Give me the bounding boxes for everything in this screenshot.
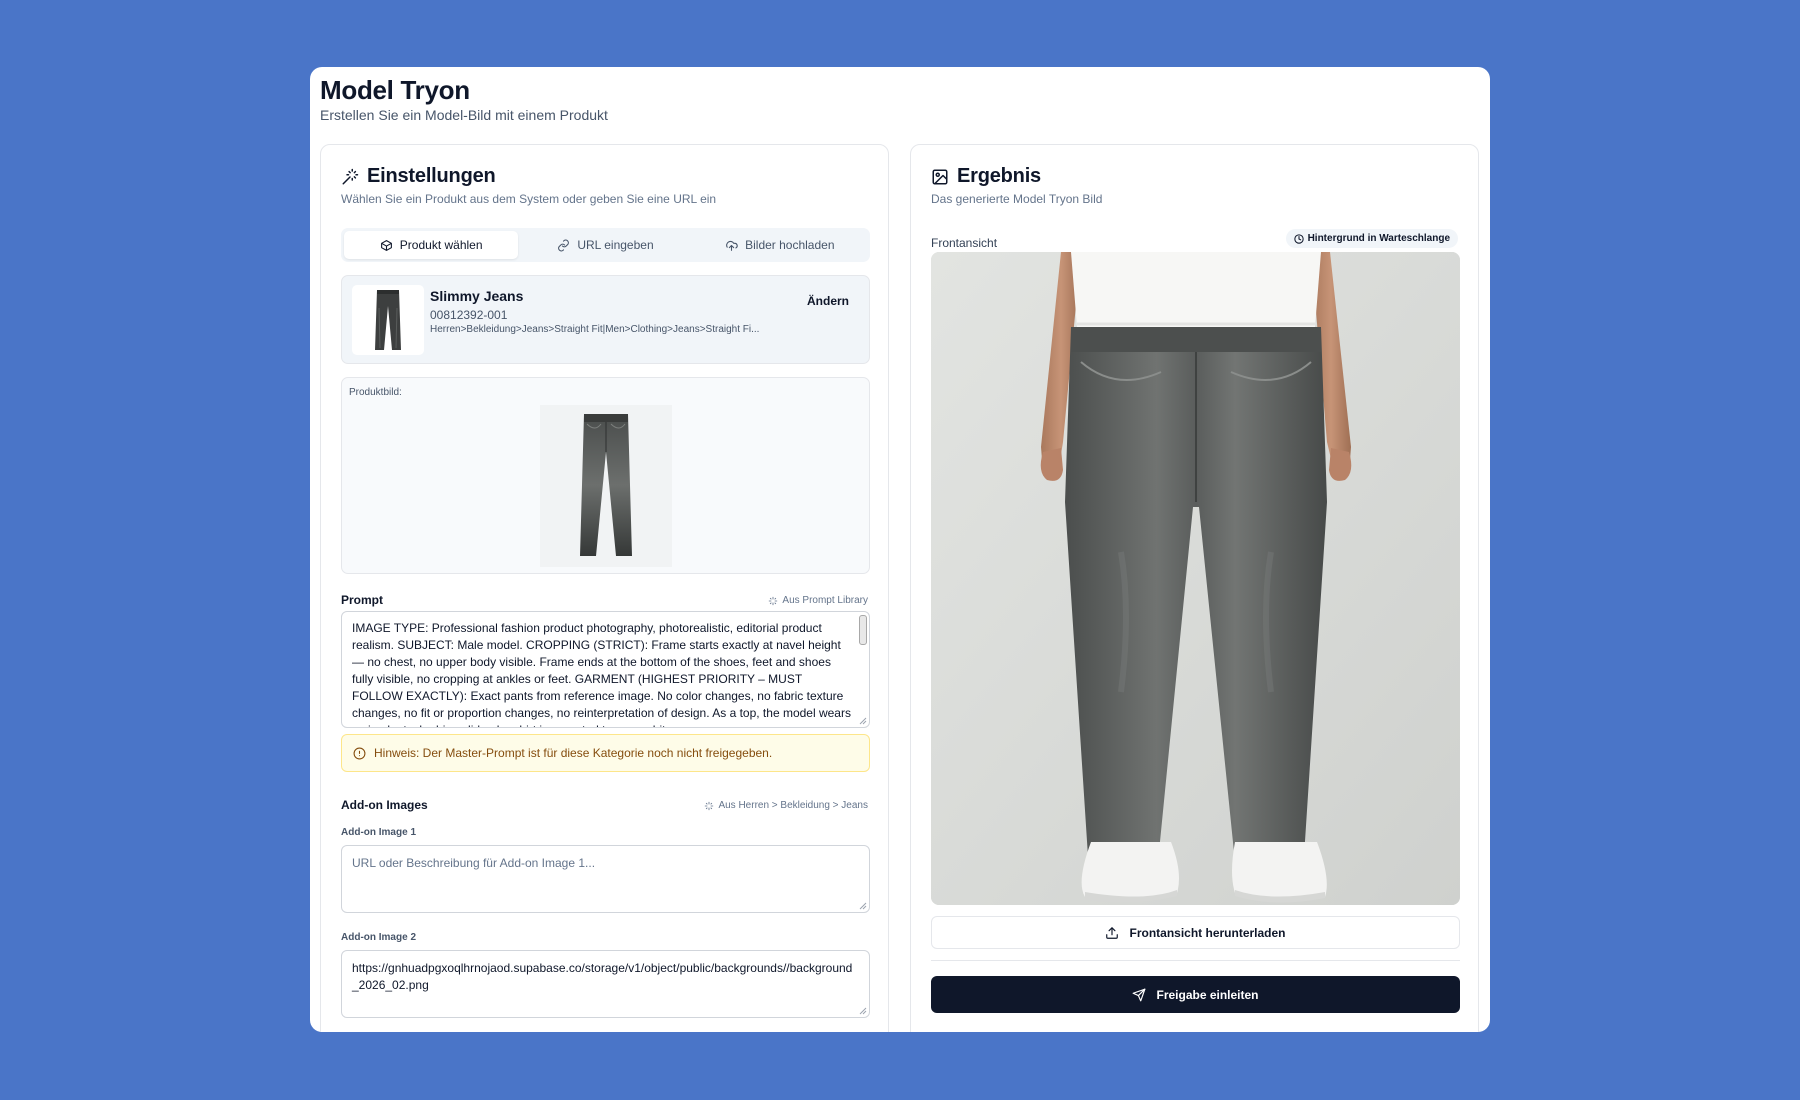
- page-title: Model Tryon: [320, 75, 470, 105]
- generated-model-image: [931, 252, 1460, 905]
- product-sku: 00812392-001: [430, 308, 508, 322]
- tab-bilder-hochladen[interactable]: Bilder hochladen: [693, 231, 867, 259]
- model-tryon-picture: [931, 252, 1460, 905]
- addon-image-1-input[interactable]: URL oder Beschreibung für Add-on Image 1…: [341, 845, 870, 913]
- result-title: Ergebnis: [931, 165, 1041, 188]
- magic-wand-icon: [342, 168, 359, 184]
- prompt-label: Prompt: [341, 593, 383, 607]
- product-thumbnail: [352, 285, 424, 355]
- settings-title: Einstellungen: [341, 165, 496, 188]
- addon-image-2-input[interactable]: https://gnhuadpgxoqlhrnojaod.supabase.co…: [341, 950, 870, 1018]
- addon-image-1-placeholder: URL oder Beschreibung für Add-on Image 1…: [352, 856, 596, 870]
- status-badge: Hintergrund in Warteschlange: [1285, 229, 1458, 248]
- product-image: [540, 405, 672, 567]
- addon-source-text: Aus Herren > Bekleidung > Jeans: [718, 800, 868, 811]
- divider: [931, 960, 1460, 961]
- result-subtitle: Das generierte Model Tryon Bild: [931, 192, 1103, 206]
- resize-handle-icon[interactable]: [859, 902, 867, 910]
- app-window: Model Tryon Erstellen Sie ein Model-Bild…: [310, 67, 1490, 1032]
- tab-url-eingeben[interactable]: URL eingeben: [518, 231, 692, 259]
- settings-subtitle: Wählen Sie ein Produkt aus dem System od…: [341, 192, 717, 206]
- download-front-view-button[interactable]: Frontansicht herunterladen: [931, 916, 1460, 949]
- product-image-label: Produktbild:: [349, 387, 402, 398]
- sparkles-icon: [705, 801, 714, 810]
- package-icon: [380, 239, 392, 251]
- addon-image-2-value: https://gnhuadpgxoqlhrnojaod.supabase.co…: [352, 961, 853, 992]
- result-card: Ergebnis Das generierte Model Tryon Bild…: [910, 144, 1479, 1032]
- alert-circle-icon: [353, 747, 366, 759]
- notice-text: Hinweis: Der Master-Prompt ist für diese…: [374, 746, 773, 760]
- change-product-button[interactable]: Ändern: [807, 294, 849, 308]
- cloud-upload-icon: [726, 240, 738, 251]
- addon-image-1-label: Add-on Image 1: [341, 827, 417, 838]
- jeans-product-image: [580, 414, 632, 556]
- prompt-textarea[interactable]: IMAGE TYPE: Professional fashion product…: [341, 611, 870, 728]
- send-icon: [1133, 988, 1146, 1001]
- jeans-thumbnail-icon: [375, 290, 401, 350]
- addon-images-label: Add-on Images: [341, 798, 428, 812]
- link-icon: [558, 239, 570, 251]
- status-badge-text: Hintergrund in Warteschlange: [1307, 233, 1450, 244]
- start-approval-label: Freigabe einleiten: [1156, 987, 1259, 1002]
- prompt-source-text: Aus Prompt Library: [782, 595, 868, 606]
- image-icon: [932, 169, 948, 184]
- clock-icon: [1293, 233, 1304, 244]
- product-category-path: Herren>Bekleidung>Jeans>Straight Fit|Men…: [430, 324, 760, 335]
- source-tabs: Produkt wählen URL eingeben Bilder hochl…: [341, 228, 870, 262]
- resize-handle-icon[interactable]: [859, 717, 867, 725]
- front-view-label: Frontansicht: [931, 236, 998, 250]
- prompt-scrollbar[interactable]: [859, 615, 867, 645]
- sparkles-icon: [769, 596, 778, 605]
- tab-label: Produkt wählen: [399, 238, 483, 252]
- tab-label: URL eingeben: [577, 238, 654, 252]
- prompt-library-link[interactable]: Aus Prompt Library: [768, 595, 868, 606]
- download-label: Frontansicht herunterladen: [1129, 925, 1286, 940]
- page-subtitle: Erstellen Sie ein Model-Bild mit einem P…: [320, 107, 608, 123]
- resize-handle-icon[interactable]: [859, 1007, 867, 1015]
- settings-title-text: Einstellungen: [367, 165, 496, 187]
- selected-product: Slimmy Jeans 00812392-001 Herren>Bekleid…: [341, 275, 870, 364]
- product-name: Slimmy Jeans: [430, 288, 524, 304]
- addon-source-link[interactable]: Aus Herren > Bekleidung > Jeans: [704, 800, 868, 811]
- master-prompt-notice: Hinweis: Der Master-Prompt ist für diese…: [341, 734, 870, 772]
- tab-label: Bilder hochladen: [745, 238, 835, 252]
- result-title-text: Ergebnis: [957, 165, 1041, 187]
- prompt-text: IMAGE TYPE: Professional fashion product…: [352, 621, 851, 727]
- product-image-panel: Produktbild:: [341, 377, 870, 574]
- addon-image-2-label: Add-on Image 2: [341, 932, 417, 943]
- settings-card: Einstellungen Wählen Sie ein Produkt aus…: [320, 144, 889, 1032]
- tab-produkt-waehlen[interactable]: Produkt wählen: [344, 231, 519, 259]
- start-approval-button[interactable]: Freigabe einleiten: [931, 976, 1460, 1013]
- upload-icon: [1106, 926, 1119, 939]
